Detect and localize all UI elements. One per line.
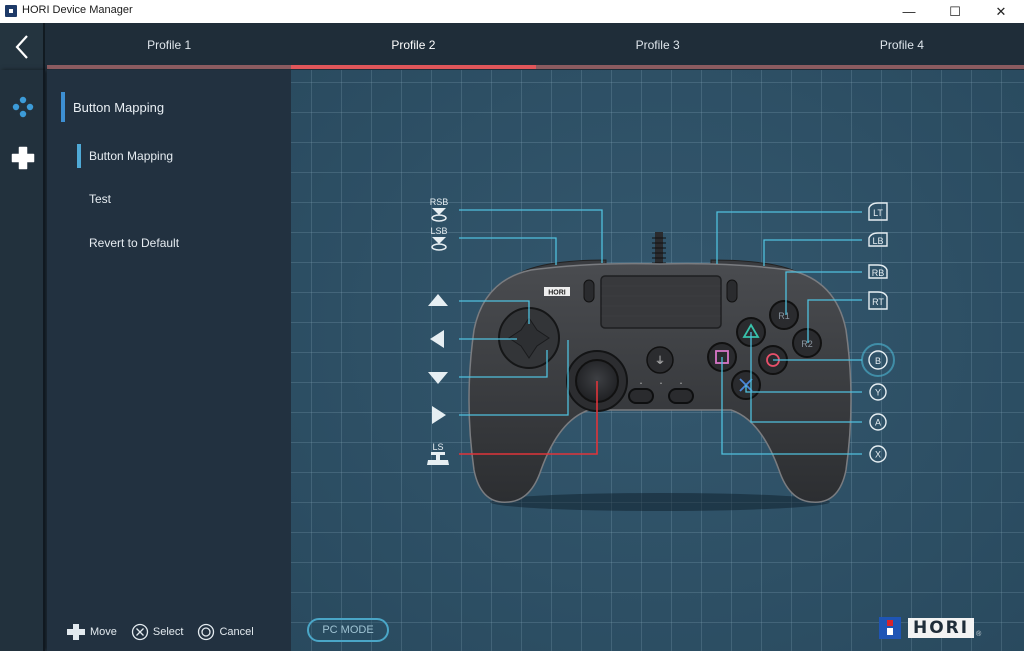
tab-label: Profile 4 [879,38,924,52]
menu-item-label: Button Mapping [89,149,174,163]
menu-item-label: Test [89,192,112,206]
tab-underline [535,65,780,69]
dpad-up-mapping-slot[interactable] [424,290,454,312]
menu-heading-label: Button Mapping [73,99,165,115]
controller-cable [652,232,666,268]
dpad-icon [11,146,35,170]
options-button [726,279,738,303]
lt-mapping-slot[interactable] [865,200,891,224]
ls-mapping-slot[interactable] [424,441,454,468]
close-button[interactable]: ✕ [978,0,1024,23]
b-mapping-slot[interactable] [861,343,895,377]
hint-label: Cancel [219,626,254,638]
hint-label: Select [152,626,184,638]
a-mapping-slot[interactable] [868,412,888,432]
dpad-right-mapping-slot[interactable] [424,404,454,426]
lsb-mapping-slot[interactable] [424,225,454,253]
hori-logo-wordmark: HORI [908,618,975,638]
menu-heading: Button Mapping [61,92,164,122]
cross-button-icon [131,623,149,641]
svg-text:•: • [660,381,662,387]
tab-profile-1[interactable]: Profile 1 [47,23,292,70]
r1-label: R1 [778,311,790,321]
tab-underline [779,65,1024,69]
function-button-right [668,388,694,404]
dpad-icon [67,624,85,640]
r2-label: R2 [801,339,813,349]
selected-accent-bar [77,144,81,168]
tab-underline [47,65,292,69]
tab-label: Profile 2 [391,38,436,52]
hint-cancel: Cancel [197,623,254,641]
hori-logo: HORI ® [879,614,981,642]
chevron-left-icon [15,34,28,59]
menu-item-test[interactable]: Test [77,187,111,211]
app-icon [5,5,17,17]
window-title: HORI Device Manager [22,4,133,16]
y-mapping-slot[interactable] [868,382,888,402]
rb-mapping-slot[interactable] [865,262,891,282]
hint-select: Select [131,623,184,641]
dpad-left-mapping-slot[interactable] [424,328,454,350]
share-button [583,279,595,303]
footer-hints: Move Select Cancel [66,622,268,642]
tab-profile-2[interactable]: Profile 2 [291,23,536,70]
mapping-canvas: HORI ⏚ • • • R1 R2 RSB LSB LS LT LB RB R… [291,70,1024,651]
tab-profile-3[interactable]: Profile 3 [535,23,780,70]
menu-item-label: Revert to Default [89,236,180,250]
x-mapping-slot[interactable] [868,444,888,464]
side-menu: Button Mapping Button Mapping Test Rever… [47,70,291,651]
window-titlebar: HORI Device Manager — ☐ ✕ [0,0,1024,23]
svg-text:•: • [640,381,642,387]
back-button[interactable] [0,23,45,70]
lb-mapping-slot[interactable] [865,230,891,250]
tab-underline-active [291,65,536,69]
profile-tabs: Profile 1 Profile 2 Profile 3 Profile 4 [47,23,1024,70]
hint-label: Move [90,626,117,638]
dpad-down-mapping-slot[interactable] [424,366,454,388]
hori-logo-mark [879,617,901,639]
icon-rail [0,70,45,651]
rail-item-dpad[interactable] [10,145,36,171]
svg-text:•: • [680,381,682,387]
minimize-button[interactable]: — [886,0,932,23]
circle-button-icon [198,623,215,641]
rt-mapping-slot[interactable] [865,289,891,313]
pc-mode-button[interactable]: PC MODE [307,618,389,642]
heading-accent-bar [61,92,65,122]
touchpad [600,275,722,329]
hint-move: Move [66,623,117,641]
buttons-icon [12,96,34,118]
function-button-left [628,388,654,404]
menu-item-revert-to-default[interactable]: Revert to Default [77,231,179,255]
maximize-button[interactable]: ☐ [932,0,978,23]
tab-profile-4[interactable]: Profile 4 [779,23,1024,70]
rail-item-buttons[interactable] [10,94,36,120]
menu-item-button-mapping[interactable]: Button Mapping [77,144,173,168]
controller-diagram: HORI ⏚ • • • R1 R2 RSB LSB LS LT LB RB R… [427,197,895,511]
controller-shadow [490,493,830,511]
controller-hori-badge-text: HORI [548,290,566,297]
profile-header: Profile 1 Profile 2 Profile 3 Profile 4 [0,23,1024,70]
tab-label: Profile 3 [635,38,680,52]
ps-logo: ⏚ [655,355,665,367]
tab-label: Profile 1 [147,38,192,52]
rsb-mapping-slot[interactable] [424,195,454,223]
registered-mark: ® [976,630,982,638]
